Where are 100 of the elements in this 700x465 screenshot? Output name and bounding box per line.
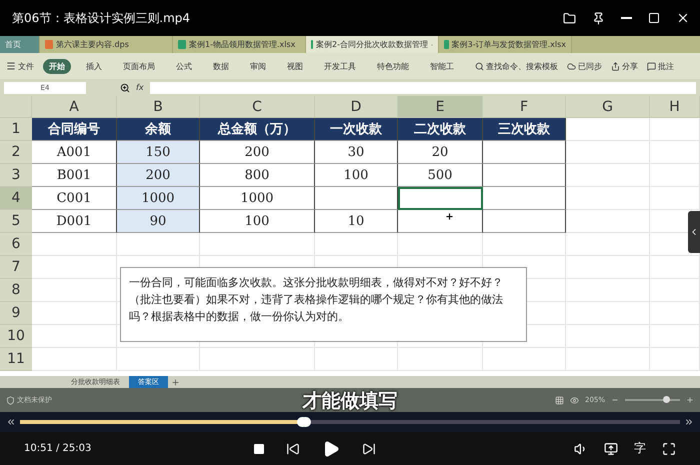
row-header[interactable]: 9 [0,302,32,325]
ribbon-tab[interactable]: 开发工具 [318,58,362,74]
comment-button[interactable]: 批注 [647,60,674,72]
side-panel-handle[interactable] [688,211,700,253]
file-tab[interactable]: 第六课主要内容.dps [40,36,173,53]
table-cell: 200 [117,164,200,187]
play-button[interactable] [322,440,340,458]
playback-time: 10:51 / 25:03 [24,443,92,454]
row-header[interactable]: 11 [0,348,32,371]
function-label[interactable]: fx [136,83,144,92]
table-cell: 30 [315,141,398,164]
grid-view-icon[interactable] [554,396,564,404]
ribbon-tab[interactable]: 开始 [43,58,71,74]
screen-button[interactable] [604,442,618,456]
zoom-icon[interactable] [120,82,130,92]
row-header[interactable]: 10 [0,325,32,348]
pin-icon[interactable] [592,12,605,24]
row-header[interactable]: 2 [0,141,32,164]
column-header[interactable]: F [483,96,566,118]
table-cell: 合同编号 [32,118,117,141]
table-cell: 10 [315,210,398,233]
row-header[interactable]: 3 [0,164,32,187]
shield-icon [6,396,15,404]
table-cell: 一次收款 [315,118,398,141]
table-cell: 200 [200,141,315,164]
column-header[interactable]: A [32,96,117,118]
row-header[interactable]: 4 [0,187,32,210]
progress-thumb[interactable] [296,417,311,427]
maximize-button[interactable] [648,12,660,24]
window-title: 第06节：表格设计实例三则.mp4 [12,10,192,26]
column-header[interactable]: C [200,96,315,118]
share-button[interactable]: 分享 [611,60,638,72]
row-header[interactable]: 1 [0,118,32,141]
column-header[interactable]: B [117,96,200,118]
grid-cell [650,279,700,302]
table-cell: 800 [200,164,315,187]
table-cell: 150 [117,141,200,164]
rewind-icon[interactable] [6,417,16,427]
table-cell: 500 [398,164,483,187]
table-cell: 100 [200,210,315,233]
fullscreen-button[interactable] [662,442,676,456]
fast-forward-icon[interactable] [684,417,694,427]
row-header[interactable]: 7 [0,256,32,279]
table-cell: 90 [117,210,200,233]
zoom-in-icon[interactable] [686,396,694,404]
folder-icon[interactable] [563,12,576,24]
ribbon-tab[interactable]: 插入 [80,58,108,74]
file-tab[interactable]: 案例1-物品领用数据管理.xlsx [173,36,306,53]
progress-bar[interactable] [20,420,680,424]
grid-cell [650,118,700,141]
formula-input[interactable] [150,82,696,94]
ribbon-tab[interactable]: 特色功能 [371,58,415,74]
ribbon-tab[interactable]: 公式 [170,58,198,74]
column-header[interactable]: H [650,96,700,118]
row-header[interactable]: 5 [0,210,32,233]
menu-icon [6,61,16,71]
table-cell: 总金额（万） [200,118,315,141]
row-header[interactable]: 8 [0,279,32,302]
share-icon [611,62,620,70]
search-icon [475,62,484,70]
table-cell: 100 [315,164,398,187]
sync-button[interactable]: 已同步 [567,60,602,72]
file-icon [444,40,449,49]
file-icon [178,40,186,49]
file-tab[interactable]: 案例2-合同分批次收款数据管理 [306,36,439,53]
column-header[interactable]: E [398,96,483,118]
row-header[interactable]: 6 [0,233,32,256]
file-menu[interactable]: 文件 [6,60,34,72]
file-tab[interactable]: 案例3-订单与发货数据管理.xlsx [439,36,572,53]
subtitle-button[interactable]: 字 [634,440,646,457]
table-cell: C001 [32,187,117,210]
grid-cell [650,302,700,325]
ribbon-tab[interactable]: 页面布局 [117,58,161,74]
column-header[interactable]: G [566,96,650,118]
grid-cell [650,141,700,164]
search-field[interactable]: 查找命令、搜索模板 [475,60,558,72]
close-button[interactable] [676,11,690,25]
grid-cell [650,325,700,348]
table-cell: 1000 [117,187,200,210]
ribbon-tab[interactable]: 数据 [207,58,235,74]
ribbon-tab[interactable]: 智能工 [424,58,460,74]
grid-cell [650,187,700,210]
previous-button[interactable] [286,442,300,456]
stop-button[interactable] [254,444,264,454]
comment-icon [647,62,656,70]
cloud-icon [567,62,576,70]
table-cell: 余额 [117,118,200,141]
subtitle-text: 才能做填写 [302,389,398,414]
eye-icon[interactable] [570,396,579,404]
column-header[interactable]: D [315,96,398,118]
table-cell: B001 [32,164,117,187]
table-cell: 二次收款 [398,118,483,141]
next-button[interactable] [362,442,376,456]
table-cell: 20 [398,141,483,164]
grid-cell [650,164,700,187]
ribbon-tab[interactable]: 审阅 [244,58,272,74]
file-icon [45,40,53,49]
ribbon-tab[interactable]: 视图 [281,58,309,74]
add-sheet-icon[interactable] [171,378,180,386]
grid-cell [650,256,700,279]
